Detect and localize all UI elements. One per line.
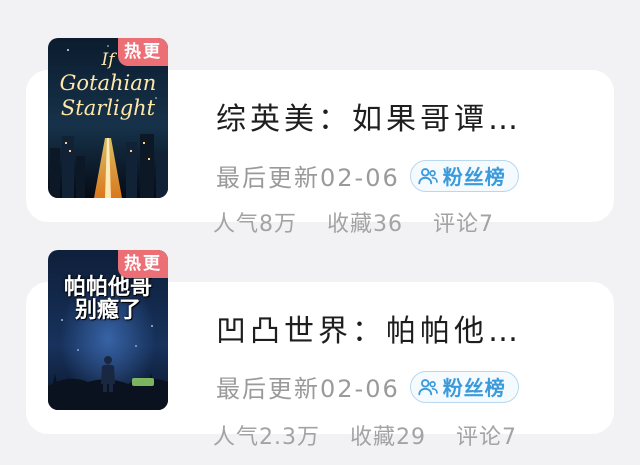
popularity: 人气8万 [213, 212, 297, 237]
popularity: 人气2.3万 [213, 425, 320, 450]
update-row: 最后更新02-06 粉丝榜 [216, 158, 519, 193]
last-updated: 最后更新02-06 [216, 375, 400, 403]
fan-rank-button[interactable]: 粉丝榜 [409, 159, 519, 192]
book-cover[interactable]: 帕帕他哥 别瘾了 热更 [48, 250, 168, 410]
book-title[interactable]: 综英美：如果哥谭… [216, 94, 522, 138]
cover-title: 帕帕他哥 别瘾了 [63, 275, 152, 324]
book-cover[interactable]: If Gotahian Starlight 热更 [48, 38, 168, 198]
user-group-icon [418, 167, 438, 184]
hot-update-badge: 热更 [118, 38, 168, 66]
last-updated: 最后更新02-06 [216, 164, 400, 192]
fan-rank-label: 粉丝榜 [442, 376, 506, 400]
fan-rank-button[interactable]: 粉丝榜 [409, 370, 519, 403]
hot-update-badge: 热更 [118, 250, 168, 278]
stats-row: 人气2.3万 收藏29 评论7 [213, 419, 547, 451]
comments: 评论7 [456, 425, 517, 450]
user-group-icon [418, 378, 438, 395]
comments: 评论7 [433, 212, 494, 237]
book-title[interactable]: 凹凸世界：帕帕他… [216, 306, 522, 350]
favorites: 收藏29 [350, 425, 426, 450]
favorites: 收藏36 [327, 212, 403, 237]
update-row: 最后更新02-06 粉丝榜 [216, 369, 519, 404]
stats-row: 人气8万 收藏36 评论7 [213, 206, 524, 238]
fan-rank-label: 粉丝榜 [442, 165, 506, 189]
